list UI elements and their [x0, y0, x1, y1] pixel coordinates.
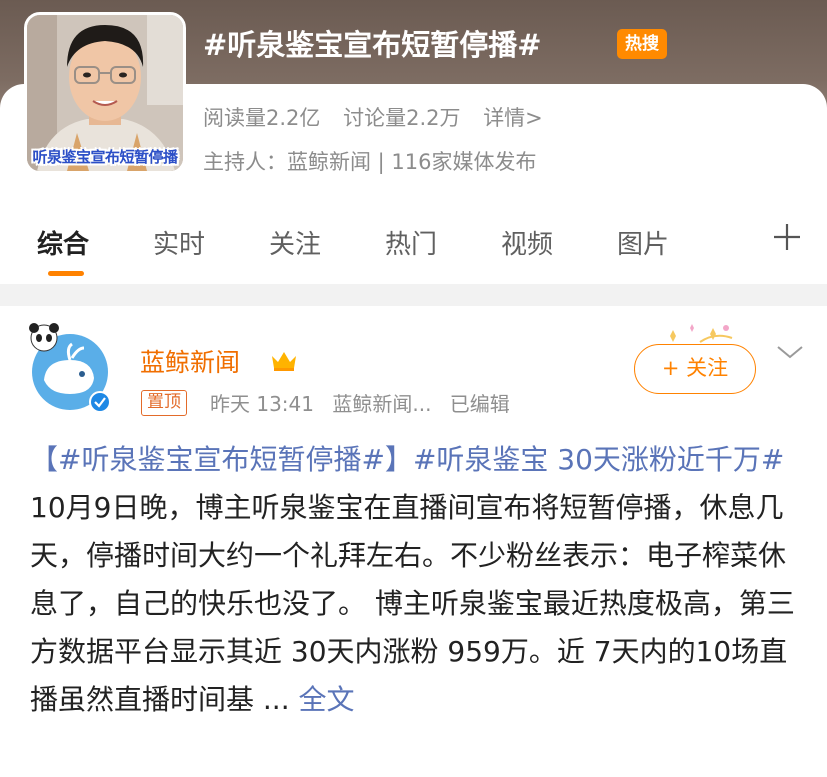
active-tab-indicator	[48, 271, 84, 276]
follow-button[interactable]: + 关注	[634, 344, 756, 394]
vip-crown-icon	[272, 352, 296, 371]
tab-bar: 综合 实时 关注 热门 视频 图片	[0, 200, 827, 284]
hashtag-link[interactable]: 【#听泉鉴宝宣布短暂停播#】	[30, 443, 413, 476]
topic-thumbnail[interactable]: 听泉鉴宝宣布短暂停播	[24, 12, 186, 174]
hashtag-link[interactable]: #听泉鉴宝 30天涨粉近千万#	[413, 443, 784, 476]
post-content: 【#听泉鉴宝宣布短暂停播#】#听泉鉴宝 30天涨粉近千万# 10月9日晚，博主听…	[30, 436, 810, 724]
author-name[interactable]: 蓝鲸新闻	[140, 343, 240, 379]
weibo-topic-page: #听泉鉴宝宣布短暂停播# 热搜 阅读量2.2亿 讨论量2.2万 详情> 主持人：…	[0, 0, 827, 777]
expand-full-text-link[interactable]: 全文	[290, 683, 355, 716]
post-text: 10月9日晚，博主听泉鉴宝在直播间宣布将短暂停播，休息几天，停播时间大约一个礼拜…	[30, 491, 795, 716]
section-divider	[0, 284, 827, 306]
post-time: 昨天 13:41	[210, 392, 314, 416]
tab-hot[interactable]: 热门	[385, 224, 437, 261]
tab-following[interactable]: 关注	[269, 224, 321, 261]
edited-label[interactable]: 已编辑	[450, 392, 510, 416]
post-meta: 昨天 13:41 蓝鲸新闻... 已编辑	[210, 388, 522, 417]
tab-realtime[interactable]: 实时	[153, 224, 205, 261]
tab-video[interactable]: 视频	[501, 224, 553, 261]
discuss-count: 讨论量2.2万	[343, 106, 461, 130]
chevron-down-icon[interactable]	[775, 342, 805, 362]
detail-link[interactable]: 详情>	[483, 106, 543, 130]
tab-comprehensive[interactable]: 综合	[37, 224, 89, 261]
host-line[interactable]: 主持人：蓝鲸新闻 | 116家媒体发布	[203, 146, 537, 176]
topic-stats: 阅读量2.2亿 讨论量2.2万 详情>	[203, 102, 559, 132]
tab-images[interactable]: 图片	[617, 224, 669, 261]
thumbnail-caption: 听泉鉴宝宣布短暂停播	[32, 148, 178, 166]
post-source[interactable]: 蓝鲸新闻...	[332, 392, 431, 416]
topic-title: #听泉鉴宝宣布短暂停播#	[203, 28, 542, 62]
author-avatar[interactable]	[26, 322, 116, 412]
pinned-badge: 置顶	[141, 390, 187, 416]
hot-search-badge: 热搜	[617, 29, 667, 59]
add-tab-icon[interactable]	[772, 222, 802, 252]
read-count: 阅读量2.2亿	[203, 106, 321, 130]
